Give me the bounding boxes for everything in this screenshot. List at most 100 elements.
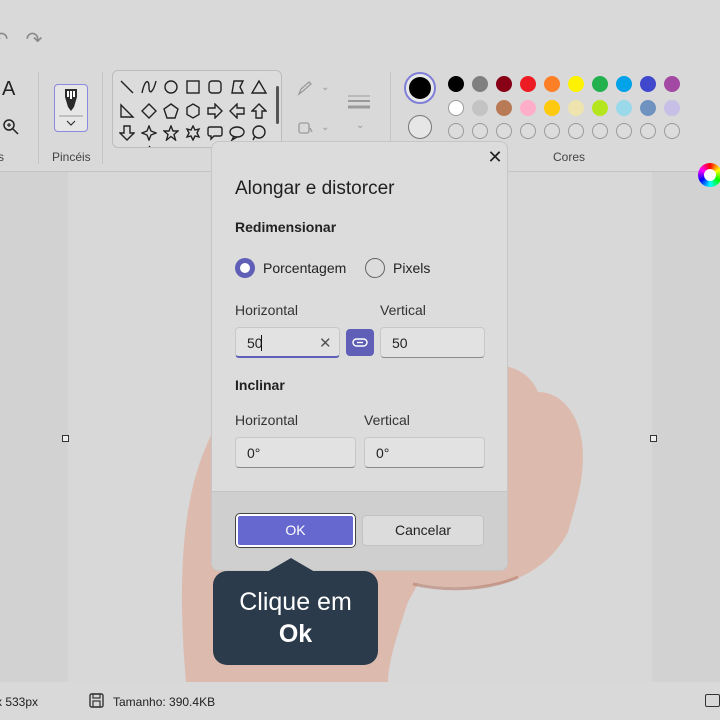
- color-swatch[interactable]: [520, 123, 536, 139]
- fill-icon[interactable]: [297, 120, 313, 136]
- size-icon[interactable]: [346, 92, 372, 114]
- line-icon[interactable]: [119, 79, 135, 95]
- color-swatch[interactable]: [544, 100, 560, 116]
- color-swatch[interactable]: [592, 76, 608, 92]
- oval-callout-icon[interactable]: [229, 125, 245, 141]
- color-swatch[interactable]: [520, 76, 536, 92]
- link-icon[interactable]: [346, 329, 374, 356]
- redo-icon[interactable]: ↷: [22, 28, 46, 52]
- stretch-skew-dialog: ✕ Alongar e distorcer Redimensionar Porc…: [211, 141, 508, 571]
- resize-handle-right[interactable]: [650, 435, 657, 442]
- color-swatch[interactable]: [616, 100, 632, 116]
- resize-handle-left[interactable]: [62, 435, 69, 442]
- color-swatch[interactable]: [568, 76, 584, 92]
- clear-icon[interactable]: ✕: [319, 334, 332, 352]
- resize-vertical-value: 50: [392, 335, 408, 351]
- brushes-button[interactable]: [54, 84, 88, 132]
- save-icon: [89, 693, 104, 708]
- percentage-radio-label[interactable]: Porcentagem: [263, 260, 346, 276]
- color-swatch[interactable]: [568, 123, 584, 139]
- skew-horizontal-label: Horizontal: [235, 412, 299, 428]
- edit-colors-icon[interactable]: [698, 163, 720, 187]
- rounded-callout-icon[interactable]: [207, 125, 223, 141]
- cancel-button[interactable]: Cancelar: [362, 515, 484, 546]
- chevron-down-icon[interactable]: ⌄: [321, 122, 329, 133]
- tooltip-pointer: [267, 558, 315, 572]
- triangle-icon[interactable]: [251, 79, 267, 95]
- color-swatch[interactable]: [544, 76, 560, 92]
- right-arrow-icon[interactable]: [207, 103, 223, 119]
- outline-icon[interactable]: [297, 80, 313, 96]
- six-point-star-icon[interactable]: [185, 125, 201, 141]
- rectangle-icon[interactable]: [185, 79, 201, 95]
- status-bar: x 533px Tamanho: 390.4KB: [0, 682, 720, 720]
- heart-icon[interactable]: [119, 145, 135, 148]
- shapes-gallery: [112, 70, 282, 148]
- chevron-down-icon[interactable]: ⌄: [321, 82, 329, 93]
- resize-section-title: Redimensionar: [235, 219, 337, 235]
- color-swatch[interactable]: [448, 76, 464, 92]
- color-swatch[interactable]: [592, 123, 608, 139]
- ribbon-divider: [102, 72, 103, 164]
- four-point-star-icon[interactable]: [141, 125, 157, 141]
- left-arrow-icon[interactable]: [229, 103, 245, 119]
- rounded-rectangle-icon[interactable]: [207, 79, 223, 95]
- color-swatch[interactable]: [544, 123, 560, 139]
- color-swatch[interactable]: [640, 76, 656, 92]
- color-swatch[interactable]: [448, 100, 464, 116]
- curve-icon[interactable]: [141, 79, 157, 95]
- fit-to-window-icon[interactable]: [705, 694, 720, 707]
- percentage-radio[interactable]: [235, 258, 255, 278]
- diamond-icon[interactable]: [141, 103, 157, 119]
- chevron-down-icon[interactable]: ⌄: [356, 120, 364, 131]
- ok-button[interactable]: OK: [235, 513, 356, 548]
- color-swatch[interactable]: [616, 76, 632, 92]
- secondary-color-swatch[interactable]: [408, 115, 432, 139]
- color-swatch[interactable]: [592, 100, 608, 116]
- cloud-callout-icon[interactable]: [251, 125, 267, 141]
- resize-horizontal-input[interactable]: 50 ✕: [235, 327, 340, 358]
- instruction-tooltip: Clique em Ok: [213, 571, 378, 665]
- color-swatch[interactable]: [664, 123, 680, 139]
- pixels-radio[interactable]: [365, 258, 385, 278]
- pentagon-icon[interactable]: [163, 103, 179, 119]
- five-point-star-icon[interactable]: [163, 125, 179, 141]
- color-swatch[interactable]: [568, 100, 584, 116]
- up-arrow-icon[interactable]: [251, 103, 267, 119]
- color-swatch[interactable]: [448, 123, 464, 139]
- magnifier-icon[interactable]: [2, 118, 20, 136]
- color-swatch[interactable]: [472, 76, 488, 92]
- color-swatch[interactable]: [496, 123, 512, 139]
- shapes-scrollbar[interactable]: [276, 86, 279, 124]
- tooltip-line1: Clique em: [239, 588, 352, 616]
- color-swatch[interactable]: [472, 123, 488, 139]
- color-swatch[interactable]: [640, 123, 656, 139]
- lightning-icon[interactable]: [141, 145, 157, 148]
- right-triangle-icon[interactable]: [119, 103, 135, 119]
- color-swatch[interactable]: [472, 100, 488, 116]
- text-tool-icon[interactable]: A: [2, 78, 15, 101]
- color-swatch[interactable]: [496, 76, 512, 92]
- color-swatch[interactable]: [520, 100, 536, 116]
- resize-vertical-input[interactable]: 50: [380, 327, 485, 358]
- file-size: Tamanho: 390.4KB: [113, 695, 216, 709]
- down-arrow-icon[interactable]: [119, 125, 135, 141]
- color-swatch[interactable]: [664, 76, 680, 92]
- brushes-group-label: Pincéis: [52, 150, 91, 164]
- hexagon-icon[interactable]: [185, 103, 201, 119]
- oval-icon[interactable]: [163, 79, 179, 95]
- canvas-dimensions: x 533px: [0, 695, 39, 709]
- skew-horizontal-input[interactable]: 0°: [235, 437, 356, 468]
- tooltip-line2: Ok: [278, 620, 313, 648]
- color-swatch[interactable]: [616, 123, 632, 139]
- color-swatch[interactable]: [496, 100, 512, 116]
- skew-vertical-input[interactable]: 0°: [364, 437, 485, 468]
- close-icon[interactable]: ✕: [486, 148, 504, 166]
- color-swatch[interactable]: [640, 100, 656, 116]
- text-caret: [261, 335, 262, 351]
- color-swatch[interactable]: [664, 100, 680, 116]
- pixels-radio-label[interactable]: Pixels: [393, 260, 430, 276]
- undo-icon[interactable]: ↶: [0, 28, 12, 52]
- polygon-icon[interactable]: [229, 79, 245, 95]
- resize-horizontal-label: Horizontal: [235, 302, 299, 318]
